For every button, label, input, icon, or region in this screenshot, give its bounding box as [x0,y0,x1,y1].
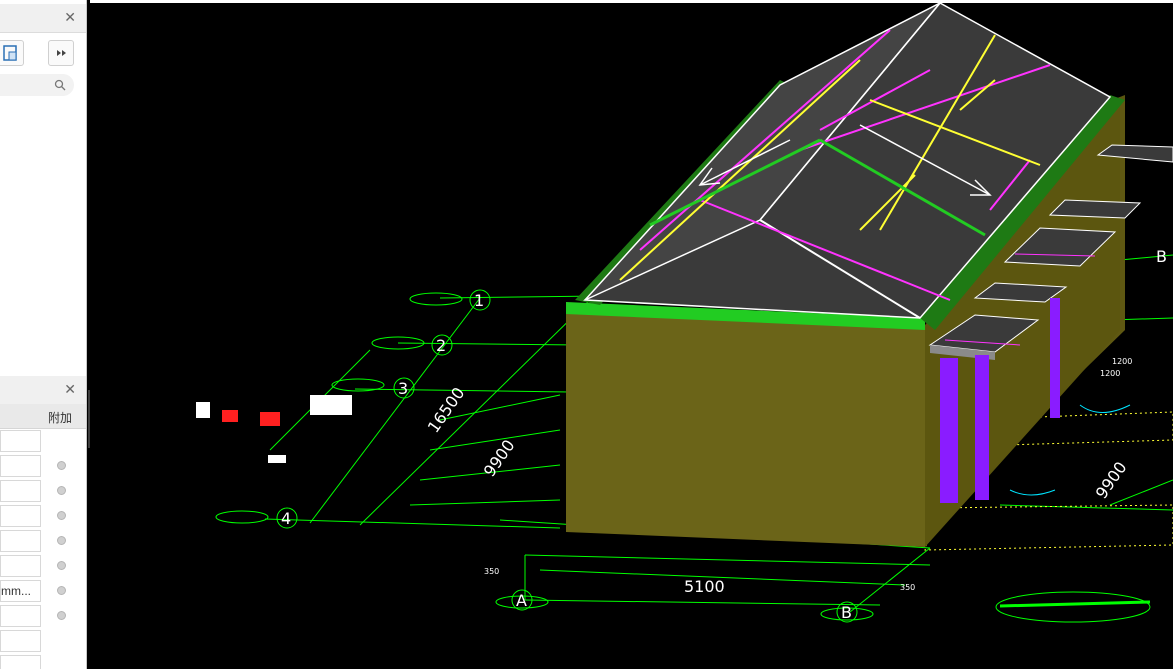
column-header-extra: 附加 [48,411,73,425]
property-value-field[interactable] [0,455,41,477]
dim-350-left: 350 [484,567,499,576]
property-value-field[interactable] [0,655,41,669]
axis-label-b-right: B [1156,247,1167,266]
axis-label-2: 2 [436,336,446,355]
property-row [0,553,86,577]
axis-label-3: 3 [398,379,408,398]
property-row [0,428,86,452]
close-icon[interactable]: ✕ [64,9,76,26]
attach-radio[interactable] [57,511,66,520]
panel-header: ✕ [0,4,86,33]
dim-350-right: 350 [900,583,915,592]
properties-header: ✕ [0,376,86,405]
dim-16500: 16500 [424,384,469,437]
attach-radio[interactable] [57,561,66,570]
compass [995,591,1151,623]
dim-1200-a: 1200 [1112,357,1132,366]
forward-icon[interactable] [48,40,74,66]
building-model: 1 2 3 4 A B B 16500 9900 9900 5100 1200 … [196,3,1173,623]
attach-radio[interactable] [57,536,66,545]
search-icon[interactable] [54,78,66,96]
red-annotations [222,410,280,426]
dim-9900-right: 9900 [1092,458,1131,502]
property-row: mm... [0,578,86,602]
attach-radio[interactable] [57,461,66,470]
properties-column-header: 附加 [0,404,86,429]
property-value-field[interactable] [0,555,41,577]
axis-label-4: 4 [281,509,291,528]
attach-radio[interactable] [57,486,66,495]
search-input[interactable] [0,74,74,96]
axis-label-a: A [516,591,527,610]
close-icon[interactable]: ✕ [64,381,76,398]
property-value-field[interactable] [0,530,41,552]
property-value-field[interactable] [0,430,41,452]
property-row [0,478,86,502]
dim-9900-left: 9900 [480,436,519,480]
property-value-field[interactable] [0,480,41,502]
dim-1200-b: 1200 [1100,369,1120,378]
property-value-field[interactable] [0,505,41,527]
property-row [0,453,86,477]
attach-radio[interactable] [57,611,66,620]
floorplan-icon[interactable] [0,40,24,66]
attach-radio[interactable] [57,586,66,595]
axis-label-b: B [841,603,852,622]
cad-3d-viewport[interactable]: 1 2 3 4 A B B 16500 9900 9900 5100 1200 … [90,3,1173,669]
dim-5100: 5100 [684,577,725,596]
property-row [0,528,86,552]
property-value-field[interactable] [0,605,41,627]
axis-label-1: 1 [474,291,484,310]
front-wall [566,308,925,547]
white-annotations [196,395,352,463]
property-value-field[interactable]: mm... [0,580,41,602]
left-panel: ✕ ✕ 附加 mm... [0,0,87,669]
property-row [0,603,86,627]
property-row [0,503,86,527]
property-row [0,628,86,652]
property-value-field[interactable] [0,630,41,652]
property-row [0,653,86,669]
